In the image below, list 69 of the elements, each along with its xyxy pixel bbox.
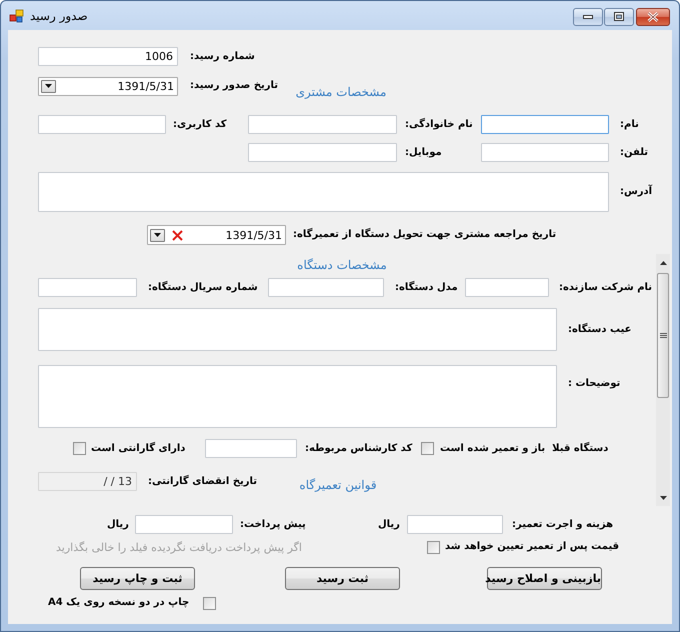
close-button[interactable] <box>636 8 670 26</box>
down-arrow-icon <box>660 496 666 500</box>
input-field[interactable] <box>481 143 609 162</box>
text-area[interactable] <box>38 172 609 212</box>
field-label: دارای گارانتی است <box>91 442 186 456</box>
field-label: ریال <box>107 518 130 532</box>
field-label: کد کاربری: <box>173 118 228 132</box>
input-field[interactable] <box>248 143 397 162</box>
text-area[interactable] <box>38 365 557 428</box>
input-field[interactable]: 1006 <box>38 47 178 66</box>
input-field[interactable] <box>38 278 137 297</box>
field-label: شماره سریال دستگاه: <box>148 280 259 294</box>
field-label: تاریخ انقضای گارانتی: <box>148 474 258 488</box>
scrollbar[interactable] <box>656 254 670 506</box>
section-heading: قوانین تعمیرگاه <box>298 478 378 492</box>
text-area[interactable] <box>38 308 557 351</box>
action-button[interactable]: بازبینی و اصلاح رسید <box>487 567 602 590</box>
section-heading: مشخصات مشتری <box>294 85 388 99</box>
caret-icon <box>154 233 161 237</box>
input-field[interactable] <box>481 115 609 134</box>
date-picker[interactable]: 1391/5/31 <box>38 76 178 96</box>
input-field[interactable] <box>205 439 297 458</box>
field-label: پیش پرداخت: <box>240 518 307 532</box>
input-field[interactable] <box>248 115 397 134</box>
field-label: چاپ در دو نسخه روی یک A4 <box>48 596 190 610</box>
input-field[interactable] <box>135 515 233 534</box>
field-label: ریال <box>378 518 401 532</box>
checkbox[interactable] <box>73 442 86 455</box>
maximize-button[interactable] <box>604 8 634 26</box>
input-field[interactable] <box>268 278 384 297</box>
field-label: عیب دستگاه: <box>568 322 633 336</box>
checkbox[interactable] <box>421 442 434 455</box>
action-button[interactable]: ثبت رسید <box>285 567 400 590</box>
close-icon <box>647 12 659 22</box>
field-label: نام شرکت سازنده: <box>559 280 654 294</box>
field-label: کد کارشناس مربوطه: <box>305 442 414 456</box>
date-picker[interactable]: 1391/5/31 <box>147 225 286 245</box>
input-field[interactable] <box>407 515 503 534</box>
input-field[interactable] <box>465 278 549 297</box>
restore-icon <box>614 12 624 21</box>
field-label: قیمت پس از تعمیر تعیین خواهد شد <box>445 540 620 554</box>
section-heading: مشخصات دستگاه <box>296 258 388 272</box>
field-label: شماره رسید: <box>190 50 256 64</box>
dropdown-button[interactable] <box>150 228 165 242</box>
field-label: توضیحات : <box>568 377 622 391</box>
field-label: تاریخ مراجعه مشتری جهت تحویل دستگاه از تعمیرگاه: <box>293 228 558 242</box>
minimize-button[interactable] <box>573 8 603 26</box>
action-button[interactable]: ثبت و چاپ رسید <box>80 567 195 590</box>
field-label: هزینه و اجرت تعمیر: <box>512 518 614 532</box>
field-label: نام خانوادگی: <box>405 118 474 132</box>
field-label: تاریخ صدور رسید: <box>190 79 280 93</box>
caret-icon <box>45 84 52 88</box>
cross-icon[interactable] <box>172 230 183 240</box>
field-label: موبایل: <box>405 146 443 160</box>
window-title: صدور رسید <box>30 8 88 22</box>
hint-text: اگر پیش پرداخت دریافت نگردیده فیلد را خالی بگذارید <box>56 540 303 554</box>
checkbox[interactable] <box>203 596 216 610</box>
field-label: دستگاه قبلا باز و تعمیر شده است <box>440 442 610 456</box>
up-arrow-icon <box>660 260 666 264</box>
dropdown-button[interactable] <box>41 80 56 92</box>
field-label: نام: <box>620 118 640 132</box>
checkbox[interactable] <box>427 540 440 554</box>
app-icon <box>9 8 25 24</box>
field-label: آدرس: <box>620 185 654 199</box>
input-field[interactable] <box>38 115 166 134</box>
minimize-icon <box>583 14 593 18</box>
field-label: تلفن: <box>620 146 650 160</box>
scrollbar-thumb[interactable] <box>657 273 669 398</box>
field-label: مدل دستگاه: <box>395 280 459 294</box>
